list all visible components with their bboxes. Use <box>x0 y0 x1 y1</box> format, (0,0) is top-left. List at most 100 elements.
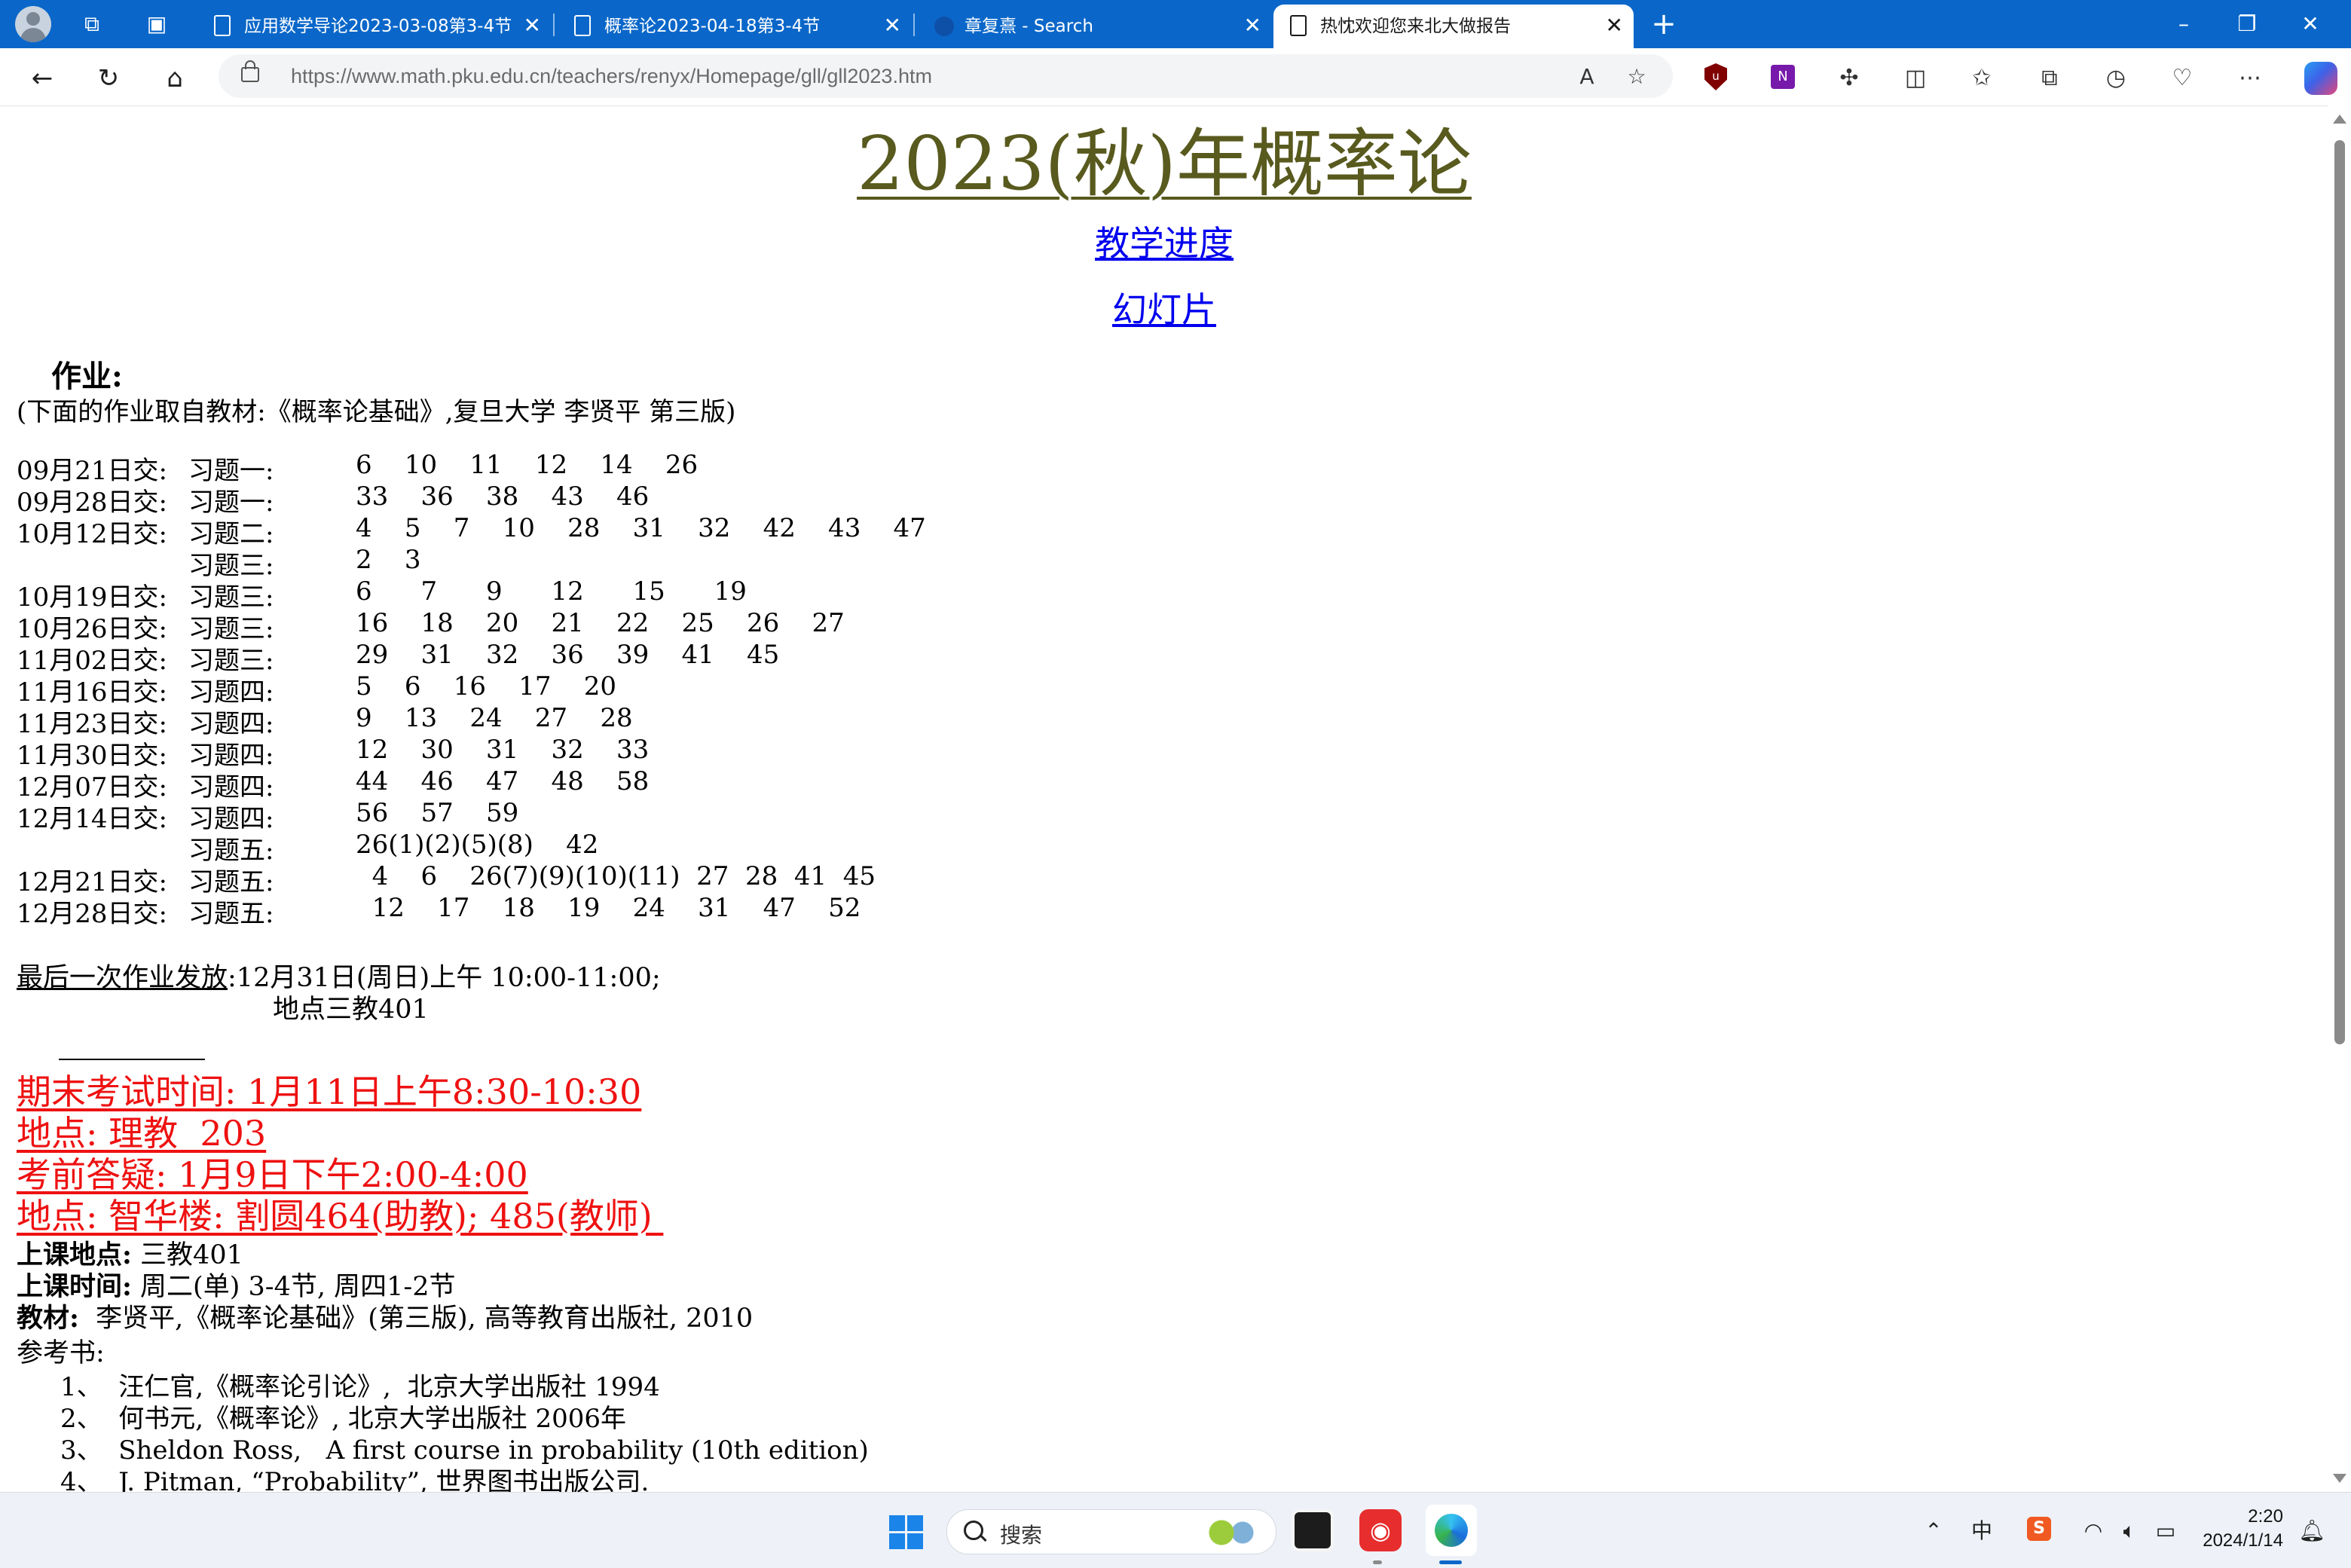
homework-problems: 6 10 11 12 14 26 <box>356 450 699 480</box>
references-label: 参考书: <box>17 1338 105 1368</box>
homework-note: (下面的作业取自教材:《概率论基础》,复旦大学 李贤平 第三版) <box>17 397 736 427</box>
reference-item: 4、 J. Pitman, “Probability”, 世界图书出版公司. <box>60 1467 650 1492</box>
homework-problems: 33 36 38 43 46 <box>356 481 650 512</box>
favorite-star-icon[interactable]: ☆ <box>1622 62 1652 92</box>
homework-problems: 29 31 32 36 39 41 45 <box>356 640 780 670</box>
homework-problems: 56 57 59 <box>356 798 519 828</box>
wifi-icon[interactable]: ◠ <box>2078 1518 2108 1544</box>
vertical-tabs-icon[interactable]: ▣ <box>143 11 170 38</box>
homework-problems: 44 46 47 48 58 <box>356 766 650 796</box>
homework-problems: 16 18 20 21 22 25 26 27 <box>356 608 845 638</box>
clock-date: 2024/1/14 <box>2203 1530 2283 1551</box>
task-view-icon[interactable] <box>1292 1509 1334 1551</box>
progress-link-row: 教学进度 <box>0 221 2328 266</box>
tab-title: 概率论2023-04-18第3-4节 <box>604 17 821 36</box>
tab-probability[interactable]: 概率论2023-04-18第3-4节 ✕ <box>558 5 912 48</box>
taskbar-search[interactable]: 搜索 <box>946 1509 1276 1554</box>
page-icon <box>1290 15 1307 36</box>
close-tab-icon[interactable]: ✕ <box>1606 12 1623 39</box>
homework-problems: 12 30 31 32 33 <box>356 735 650 765</box>
tab-title: 热忱欢迎您来北大做报告 <box>1320 17 1511 36</box>
split-screen-icon[interactable]: ◫ <box>1899 62 1932 95</box>
homework-date: 12月28日交: <box>17 899 167 929</box>
url-text[interactable]: https://www.math.pku.edu.cn/teachers/ren… <box>291 65 932 88</box>
battery-icon[interactable]: ▭ <box>2151 1518 2181 1544</box>
homework-problems: 12 17 18 19 24 31 47 52 <box>356 893 861 923</box>
browser-toolbar: ← ↻ ⌂ https://www.math.pku.edu.cn/teache… <box>0 48 2351 106</box>
windows-start-icon[interactable] <box>889 1515 924 1550</box>
page-title-text: 2023(秋)年概率论 <box>857 121 1472 207</box>
notification-bell-icon[interactable]: 🔔︎ <box>2297 1518 2327 1544</box>
textbook-line: 教材: 李贤平,《概率论基础》(第三版), 高等教育出版社, 2010 <box>17 1297 753 1335</box>
search-placeholder: 搜索 <box>1000 1523 1043 1548</box>
page-icon <box>574 15 591 36</box>
copilot-icon[interactable] <box>2304 62 2337 95</box>
new-tab-button[interactable]: + <box>1647 8 1680 41</box>
homework-chapter: 习题五: <box>188 899 274 929</box>
show-hidden-icons-chevron-icon[interactable]: ⌃ <box>1918 1518 1949 1544</box>
homework-date: 10月12日交: <box>17 519 167 549</box>
netease-music-icon[interactable]: ◉ <box>1359 1509 1402 1551</box>
page-title: 2023(秋)年概率论 <box>0 115 2328 213</box>
search-icon <box>964 1521 983 1540</box>
favorites-icon[interactable]: ✩ <box>1965 62 1998 95</box>
read-aloud-icon[interactable]: A <box>1572 62 1602 92</box>
last-homework-place: 地点三教401 <box>273 995 429 1025</box>
homework-problems: 4 5 7 10 28 31 32 42 43 47 <box>356 513 926 543</box>
title-bar: ⧉ ▣ 应用数学导论2023-03-08第3-4节 ✕ 概率论2023-04-1… <box>0 0 2351 48</box>
homework-heading: 作业: <box>51 359 123 394</box>
taskbar: 搜索 ◉ ⌃ 中 S ◠ 🔈︎ ▭ 2:20 2024/1/14 🔔︎ <box>0 1492 2351 1568</box>
close-tab-icon[interactable]: ✕ <box>1244 12 1261 39</box>
tab-search[interactable]: 章复熹 - Search ✕ <box>918 5 1272 48</box>
slides-link[interactable]: 幻灯片 <box>1112 289 1216 330</box>
address-bar[interactable]: https://www.math.pku.edu.cn/teachers/ren… <box>219 54 1673 98</box>
active-indicator <box>1439 1560 1462 1564</box>
qa-place: 地点: 智华楼: 割圆464(助教); 485(教师) <box>17 1196 664 1236</box>
home-icon[interactable]: ⌂ <box>158 62 191 95</box>
scroll-up-arrow[interactable] <box>2333 115 2346 124</box>
minimize-button[interactable]: – <box>2161 8 2206 41</box>
running-indicator <box>1373 1560 1382 1564</box>
lock-icon[interactable] <box>241 60 259 82</box>
homework-problems: 26(1)(2)(5)(8) 42 <box>356 830 599 860</box>
scroll-down-arrow[interactable] <box>2333 1474 2346 1483</box>
tab-applied-math[interactable]: 应用数学导论2023-03-08第3-4节 ✕ <box>197 5 552 48</box>
ublock-extension-icon[interactable]: u <box>1704 63 1727 90</box>
scrollbar-thumb[interactable] <box>2334 140 2345 1044</box>
profile-avatar[interactable] <box>15 6 51 42</box>
restore-button[interactable]: ❐ <box>2224 8 2270 41</box>
search-highlight-icon <box>1203 1518 1264 1548</box>
close-tab-icon[interactable]: ✕ <box>884 12 901 39</box>
homework-problems: 4 6 26(7)(9)(10)(11) 27 28 41 45 <box>356 861 876 891</box>
edge-icon[interactable] <box>1426 1505 1477 1556</box>
tab-separator <box>553 14 555 36</box>
tab-active[interactable]: 热忱欢迎您来北大做报告 ✕ <box>1273 5 1634 48</box>
textbook-label: 教材: <box>17 1303 79 1334</box>
clock-time: 2:20 <box>2248 1506 2283 1527</box>
homework-problems: 9 13 24 27 28 <box>356 703 633 733</box>
collections-icon[interactable]: ⧉ <box>2033 62 2066 95</box>
bing-icon <box>934 17 954 36</box>
tab-title: 章复熹 - Search <box>965 17 1093 36</box>
input-method-indicator[interactable]: 中 <box>1967 1518 1997 1544</box>
history-icon[interactable]: ◷ <box>2099 62 2132 95</box>
onenote-extension-icon[interactable]: N <box>1771 65 1795 89</box>
close-tab-icon[interactable]: ✕ <box>524 12 541 39</box>
back-arrow-icon[interactable]: ← <box>26 62 59 95</box>
workspaces-icon[interactable]: ⧉ <box>78 11 105 38</box>
homework-problems: 2 3 <box>356 545 421 575</box>
divider <box>59 1059 205 1060</box>
teaching-progress-link[interactable]: 教学进度 <box>1095 223 1234 264</box>
slides-link-row: 幻灯片 <box>0 287 2328 332</box>
sogou-ime-icon[interactable]: S <box>2027 1517 2051 1541</box>
homework-date: 12月14日交: <box>17 804 167 834</box>
refresh-icon[interactable]: ↻ <box>92 62 125 95</box>
browser-essentials-icon[interactable]: ♡ <box>2166 62 2199 95</box>
homework-problems: 6 7 9 12 15 19 <box>356 576 747 607</box>
extensions-icon[interactable]: ✣ <box>1833 62 1866 95</box>
clock[interactable]: 2:20 2024/1/14 <box>2178 1505 2283 1553</box>
more-options-icon[interactable]: ⋯ <box>2233 62 2267 95</box>
vertical-scrollbar[interactable] <box>2328 105 2351 1492</box>
volume-icon[interactable]: 🔈︎ <box>2114 1518 2145 1544</box>
close-window-button[interactable]: ✕ <box>2288 8 2333 41</box>
